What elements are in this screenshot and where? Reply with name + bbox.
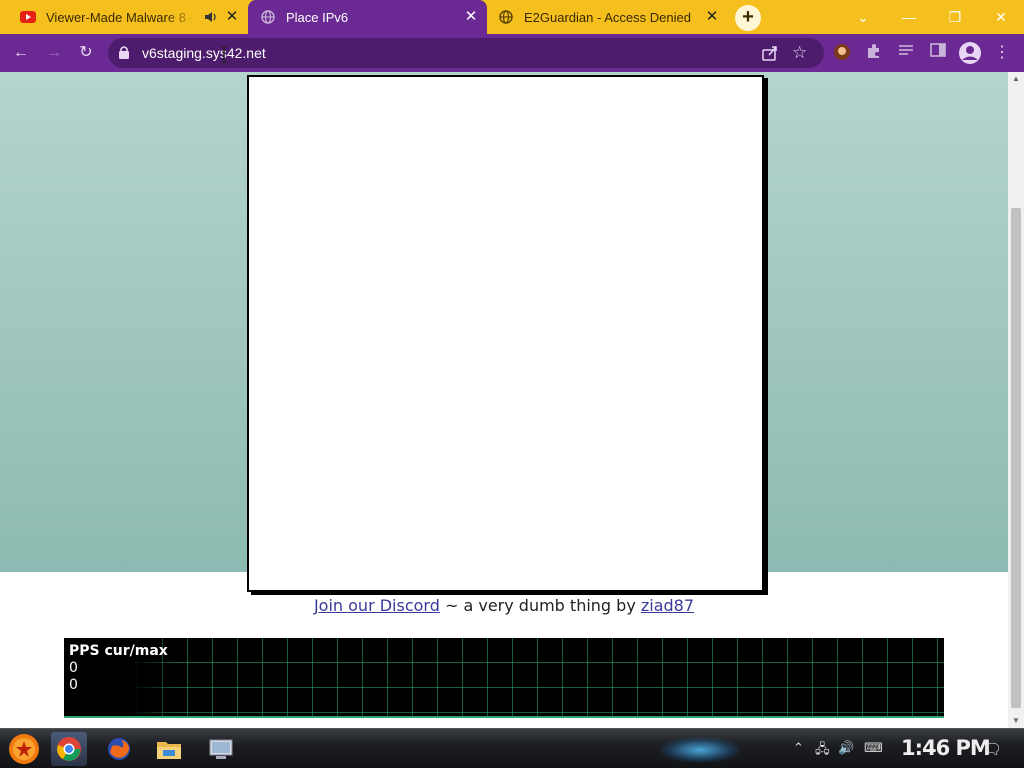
lock-icon[interactable] [118, 45, 130, 65]
tab-title: E2Guardian - Access Denied [524, 9, 691, 25]
place-canvas[interactable] [247, 75, 764, 592]
tab-place-ipv6[interactable]: Place IPv6 ✕ [248, 0, 487, 34]
tagline-text: ~ a very dumb thing by [439, 596, 641, 615]
restore-icon[interactable]: ❐ [944, 6, 966, 28]
speaker-icon[interactable] [204, 10, 218, 27]
system-clock[interactable]: 1:46 PM [901, 736, 991, 760]
pps-graph-line [64, 716, 944, 718]
taskbar-glow [660, 737, 740, 763]
side-panel-icon[interactable] [928, 43, 948, 63]
tab-e2guardian[interactable]: E2Guardian - Access Denied ✕ [490, 0, 728, 34]
scroll-up-icon[interactable]: ▲ [1012, 74, 1020, 83]
menu-kebab-icon[interactable]: ⋮ [992, 43, 1012, 63]
pps-title: PPS cur/max [69, 643, 168, 659]
share-icon[interactable] [761, 44, 779, 67]
tab-youtube[interactable]: Viewer-Made Malware 8 - M ✕ [8, 0, 248, 34]
reload-icon[interactable]: ↻ [76, 43, 96, 63]
vertical-scrollbar[interactable]: ▲ ▼ [1008, 72, 1024, 728]
taskbar: ⌃ 🖧 🔊 ⌨ 1:46 PM 🗨 [0, 728, 1024, 768]
globe-icon [498, 9, 514, 25]
tab-strip: Viewer-Made Malware 8 - M ✕ Place IPv6 ✕… [0, 0, 1024, 34]
profile-avatar-extension-icon[interactable] [832, 43, 852, 63]
author-link[interactable]: ziad87 [641, 596, 694, 615]
close-tab-icon[interactable]: ✕ [463, 9, 479, 25]
volume-icon[interactable]: 🔊 [838, 740, 854, 756]
credits-line: Join our Discord ~ a very dumb thing by … [0, 596, 1008, 615]
control-panel-taskbar-icon[interactable] [203, 732, 239, 766]
url-text[interactable]: v6staging.sys42.net [142, 45, 266, 61]
back-icon[interactable]: ← [11, 43, 31, 63]
bookmark-star-icon[interactable]: ☆ [792, 43, 807, 63]
browser-toolbar: ← → ↻ v6staging.sys42.net ☆ ⋮ [0, 34, 1024, 72]
tab-title: Place IPv6 [286, 9, 349, 25]
reading-list-icon[interactable] [896, 43, 916, 63]
chrome-taskbar-icon[interactable] [51, 732, 87, 766]
network-icon[interactable]: 🖧 [815, 740, 830, 762]
scroll-down-icon[interactable]: ▼ [1012, 716, 1020, 725]
pps-max-value: 0 [69, 677, 78, 693]
globe-icon [260, 9, 276, 25]
new-tab-button[interactable]: + [735, 5, 761, 31]
page-viewport: Join our Discord ~ a very dumb thing by … [0, 72, 1008, 728]
keyboard-icon[interactable]: ⌨ [864, 740, 883, 756]
file-explorer-taskbar-icon[interactable] [151, 732, 187, 766]
text-cursor-icon [221, 47, 227, 63]
youtube-icon [20, 9, 36, 25]
tab-search-icon[interactable]: ⌄ [852, 6, 874, 28]
account-avatar-icon[interactable] [958, 41, 982, 65]
close-tab-icon[interactable]: ✕ [224, 9, 240, 25]
pps-readout: PPS cur/max 0 0 [69, 643, 168, 694]
forward-icon[interactable]: → [44, 43, 64, 63]
scrollbar-thumb[interactable] [1011, 208, 1021, 708]
close-window-icon[interactable]: ✕ [990, 6, 1012, 28]
minimize-icon[interactable]: — [898, 6, 920, 28]
extensions-puzzle-icon[interactable] [864, 43, 884, 63]
show-hidden-icons-chevron[interactable]: ⌃ [793, 740, 804, 756]
discord-link[interactable]: Join our Discord [314, 596, 440, 615]
address-bar[interactable]: v6staging.sys42.net ☆ [108, 38, 824, 68]
start-button[interactable] [4, 732, 44, 766]
close-tab-icon[interactable]: ✕ [704, 9, 720, 25]
pps-current-value: 0 [69, 660, 78, 676]
tab-title: Viewer-Made Malware 8 - M [46, 9, 196, 25]
notifications-icon[interactable]: 🗨 [983, 740, 1002, 758]
firefox-taskbar-icon[interactable] [101, 732, 137, 766]
pps-graph: PPS cur/max 0 0 [64, 638, 944, 718]
